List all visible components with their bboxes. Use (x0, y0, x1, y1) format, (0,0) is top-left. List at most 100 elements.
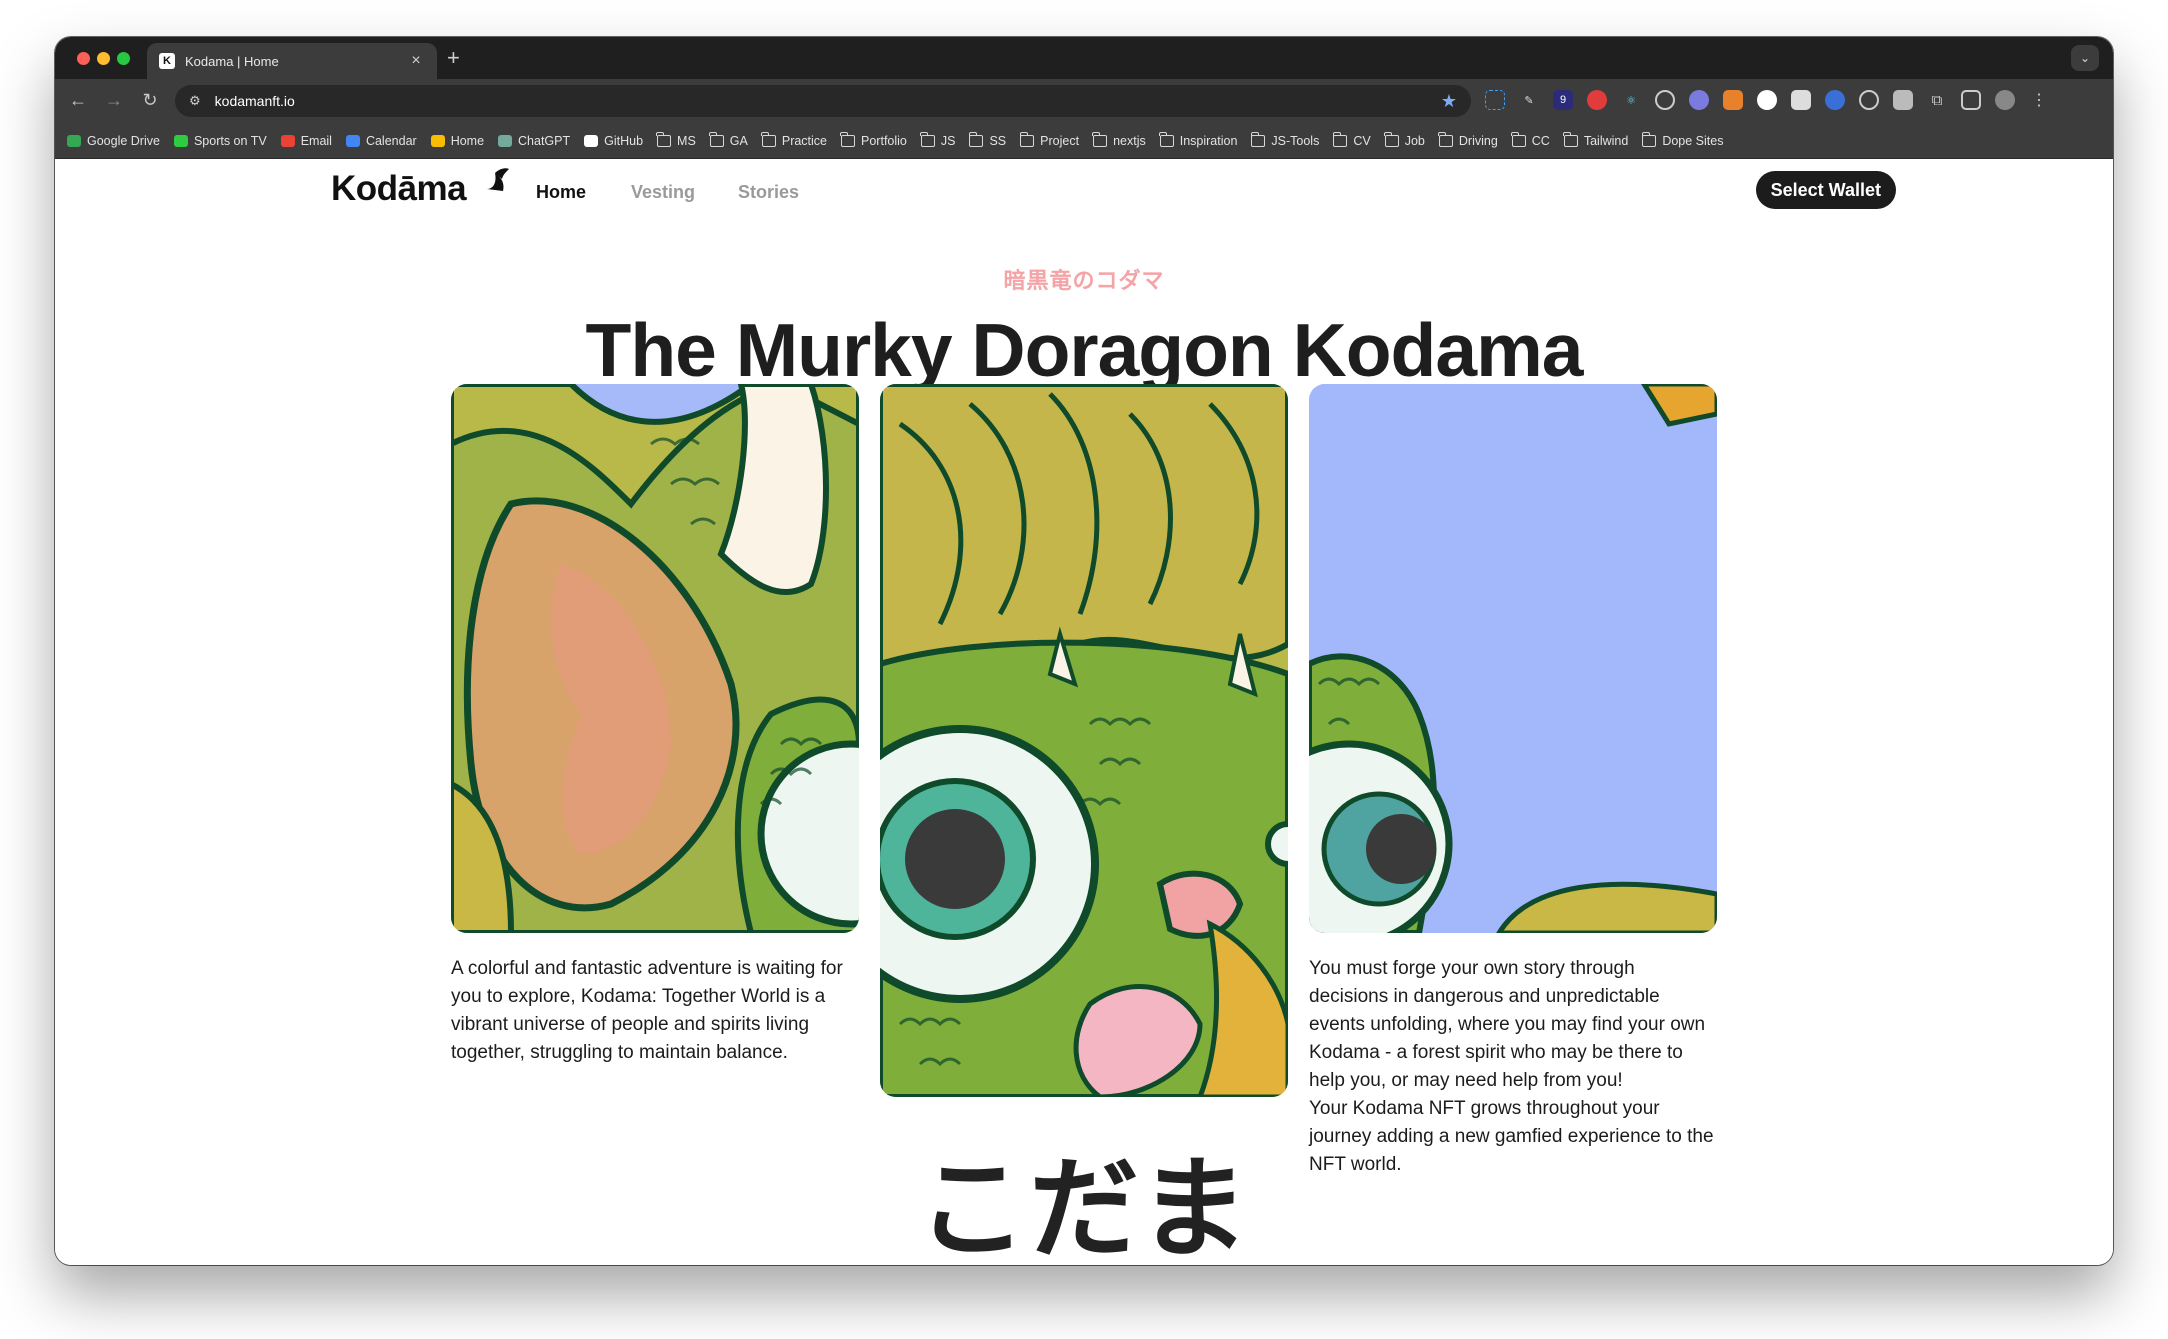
folder-icon (1092, 131, 1108, 147)
bookmark-star-icon[interactable]: ★ (1441, 91, 1457, 112)
site-settings-icon[interactable]: ⚙ (189, 93, 201, 109)
folder-icon (968, 131, 984, 147)
dragon-art-panel-right (1309, 384, 1717, 933)
minimize-window-button[interactable] (97, 52, 110, 65)
bookmark-practice[interactable]: Practice (761, 131, 827, 148)
close-tab-icon[interactable]: × (407, 52, 425, 70)
bookmark-label: JS-Tools (1271, 133, 1320, 148)
story-paragraph-2: Your Kodama NFT grows throughout your jo… (1309, 1098, 1714, 1175)
bookmark-ga[interactable]: GA (709, 131, 748, 148)
bookmark-calendar[interactable]: Calendar (345, 133, 417, 148)
notes-extension-icon[interactable] (1791, 90, 1811, 110)
circle-extension-icon[interactable] (1655, 90, 1675, 110)
url-text: kodamanft.io (214, 93, 295, 109)
more-menu-icon[interactable]: ⋮ (2029, 90, 2049, 110)
bookmark-cv[interactable]: CV (1332, 131, 1371, 148)
nav-stories-link[interactable]: Stories (738, 182, 799, 203)
bookmarks-bar: Google Drive Sports on TV Email Calendar Hom… (55, 123, 2113, 159)
bookmark-ms[interactable]: MS (656, 131, 696, 148)
purple-extension-icon[interactable] (1689, 90, 1709, 110)
grammarly-icon[interactable] (1859, 90, 1879, 110)
new-tab-button[interactable]: + (447, 45, 460, 71)
kodama-logo[interactable]: Kodāma (331, 169, 467, 209)
maximize-window-button[interactable] (117, 52, 130, 65)
bookmark-label: Dope Sites (1662, 133, 1724, 148)
red-extension-icon[interactable] (1587, 90, 1607, 110)
eyedropper-extension-icon[interactable]: ✎ (1519, 90, 1539, 110)
screenshot-extension-icon[interactable] (1485, 90, 1505, 110)
story-paragraph-1: You must forge your own story through de… (1309, 958, 1706, 1091)
bookmark-js-tools[interactable]: JS-Tools (1250, 131, 1320, 148)
back-arrow-icon[interactable]: ← (67, 90, 89, 111)
tab-title: Kodama | Home (185, 53, 279, 69)
bookmark-google-drive[interactable]: Google Drive (67, 134, 160, 148)
browser-tab-active[interactable]: K Kodama | Home × (147, 43, 437, 79)
reload-icon[interactable]: ↻ (139, 90, 161, 111)
bookmark-email[interactable]: Email (280, 133, 332, 148)
badge-extension-icon[interactable]: 9 (1553, 90, 1573, 110)
folder-icon (709, 131, 724, 147)
folder-icon (656, 131, 672, 147)
puzzle-extensions-icon[interactable]: ⧉ (1927, 90, 1947, 110)
nav-home-link[interactable]: Home (536, 182, 586, 203)
dragon-face-illustration (880, 384, 1288, 1097)
bookmark-label: Home (450, 133, 485, 148)
page-title: The Murky Doragon Kodama (585, 308, 1584, 392)
address-bar[interactable]: ⚙ kodamanft.io ★ (175, 85, 1471, 117)
browser-toolbar: ← → ↻ ⚙ kodamanft.io ★ ✎ 9 ⚛ ⧉ ⋮ (55, 79, 2113, 123)
bookmark-github[interactable]: GitHub (584, 134, 643, 148)
bookmark-nextjs[interactable]: nextjs (1092, 131, 1146, 148)
bookmark-chatgpt[interactable]: ChatGPT (498, 134, 570, 148)
profile-avatar-icon[interactable] (1995, 90, 2015, 110)
blue-extension-icon[interactable] (1825, 90, 1845, 110)
folder-icon (1250, 131, 1266, 147)
forward-arrow-icon[interactable]: → (103, 90, 125, 111)
site-navbar: Kodāma Home Vesting Stories Select Walle… (331, 165, 1896, 215)
bookmark-label: Email (300, 133, 332, 148)
bookmark-project[interactable]: Project (1019, 131, 1080, 148)
bookmark-label: nextjs (1113, 133, 1146, 148)
bookmark-inspiration[interactable]: Inspiration (1159, 131, 1238, 148)
dragon-art-panel-center (880, 384, 1288, 1097)
bookmark-label: Calendar (365, 133, 417, 148)
bookmark-portfolio[interactable]: Portfolio (840, 131, 907, 148)
bookmark-driving[interactable]: Driving (1438, 131, 1498, 148)
chatgpt-icon (498, 134, 513, 147)
bookmark-label: ChatGPT (518, 133, 571, 148)
logo-text: Kodāma (331, 169, 467, 208)
metamask-icon[interactable] (1723, 90, 1743, 110)
bookmark-sports-on-tv[interactable]: Sports on TV (173, 134, 267, 148)
tab-search-button[interactable]: ⌄ (2071, 45, 2099, 71)
bookmark-label: GitHub (604, 133, 644, 148)
web-page: Kodāma Home Vesting Stories Select Walle… (55, 159, 2113, 1265)
folder-icon (1384, 131, 1399, 147)
dragon-eye-illustration (1309, 384, 1717, 933)
intro-description: A colorful and fantastic adventure is wa… (451, 958, 843, 1063)
bookmark-dope-sites[interactable]: Dope Sites (1641, 131, 1724, 148)
react-devtools-icon[interactable]: ⚛ (1621, 90, 1641, 110)
bookmark-label: Project (1040, 133, 1080, 148)
browser-window: K Kodama | Home × + ⌄ ← → ↻ ⚙ kodamanft.… (55, 37, 2113, 1265)
bookmark-home[interactable]: Home (430, 133, 485, 148)
kodama-kana-heading: こだま (917, 1145, 1251, 1265)
bookmark-job[interactable]: Job (1384, 131, 1425, 148)
bookmark-label: MS (677, 133, 696, 148)
dragon-art-panel-left (451, 384, 859, 933)
japanese-subtitle: 暗黒竜のコダマ (1003, 269, 1165, 294)
close-window-button[interactable] (77, 52, 90, 65)
bookmark-label: CV (1353, 133, 1371, 148)
bookmark-label: Inspiration (1179, 133, 1238, 148)
select-wallet-button[interactable]: Select Wallet (1755, 171, 1896, 209)
side-panel-icon[interactable] (1961, 90, 1981, 110)
leaf-logo-icon (487, 168, 509, 191)
tab-strip: K Kodama | Home × + ⌄ (55, 37, 2113, 79)
nav-vesting-link[interactable]: Vesting (631, 182, 695, 203)
camera-extension-icon[interactable] (1893, 90, 1913, 110)
bookmark-js[interactable]: JS (920, 131, 955, 148)
bookmark-tailwind[interactable]: Tailwind (1563, 131, 1628, 148)
bookmark-label: Driving (1458, 133, 1498, 148)
white-extension-icon[interactable] (1757, 90, 1777, 110)
folder-icon (1641, 131, 1657, 147)
bookmark-ss[interactable]: SS (968, 131, 1006, 148)
bookmark-cc[interactable]: CC (1511, 131, 1550, 148)
